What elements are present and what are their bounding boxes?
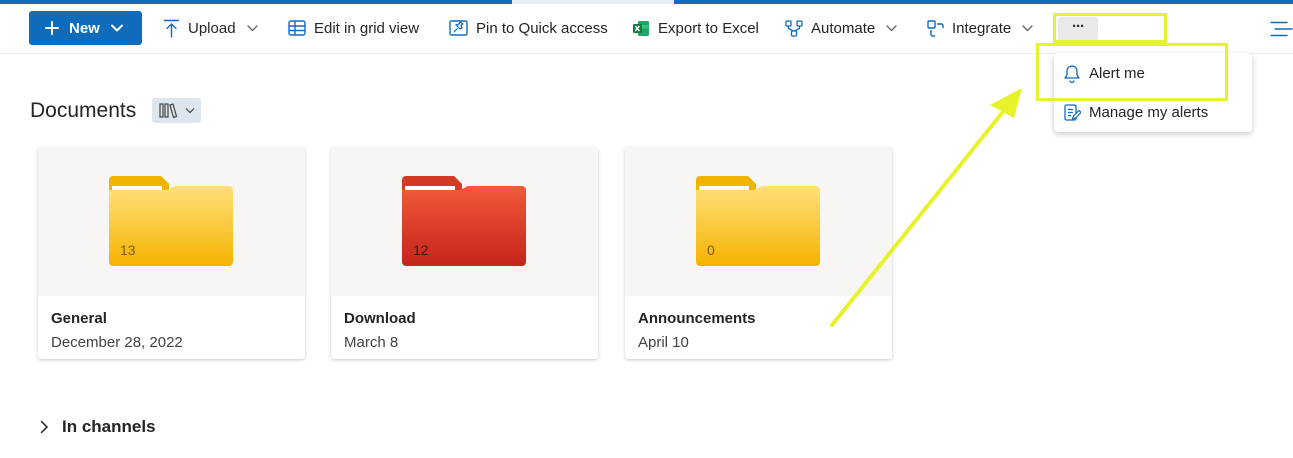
edit-grid-view-label: Edit in grid view bbox=[314, 19, 420, 37]
chevron-down-icon bbox=[185, 108, 194, 114]
menu-item-manage-alerts[interactable]: Manage my alerts bbox=[1054, 93, 1252, 131]
folder-date: December 28, 2022 bbox=[51, 334, 183, 351]
manage-alerts-icon bbox=[1064, 103, 1081, 121]
folder-card[interactable]: 13 General December 28, 2022 bbox=[38, 147, 305, 359]
pin-quick-access-label: Pin to Quick access bbox=[476, 19, 608, 37]
folder-date: April 10 bbox=[638, 334, 689, 351]
automate-flow-icon bbox=[785, 19, 803, 37]
in-channels-label: In channels bbox=[62, 417, 156, 436]
bell-icon bbox=[1064, 64, 1080, 83]
folder-name[interactable]: Download bbox=[344, 310, 416, 327]
chevron-down-icon bbox=[1022, 24, 1033, 31]
chevron-down-icon bbox=[246, 24, 258, 31]
grid-table-icon bbox=[288, 20, 306, 36]
pin-icon bbox=[449, 20, 468, 36]
automate-button[interactable]: Automate bbox=[785, 13, 897, 43]
manage-alerts-label: Manage my alerts bbox=[1089, 103, 1209, 121]
folder-name[interactable]: Announcements bbox=[638, 310, 756, 327]
folder-name[interactable]: General bbox=[51, 310, 107, 327]
integrate-icon bbox=[927, 19, 944, 37]
upload-label: Upload bbox=[188, 19, 236, 37]
new-button[interactable]: New bbox=[29, 11, 142, 45]
chevron-down-icon bbox=[886, 24, 897, 31]
view-options-icon[interactable] bbox=[1270, 21, 1293, 42]
folder-thumbnail: 0 bbox=[625, 147, 892, 296]
library-view-icon bbox=[158, 103, 177, 119]
folder-item-count: 0 bbox=[707, 242, 715, 258]
library-title: Documents bbox=[30, 99, 137, 122]
folder-card[interactable]: 0 Announcements April 10 bbox=[625, 147, 892, 359]
folder-item-count: 13 bbox=[120, 242, 136, 258]
excel-icon bbox=[633, 20, 649, 36]
chevron-right-icon bbox=[40, 420, 49, 434]
folder-thumbnail: 12 bbox=[331, 147, 598, 296]
more-options-label: ··· bbox=[1072, 17, 1085, 35]
export-excel-button[interactable]: Export to Excel bbox=[632, 13, 759, 43]
alert-me-label: Alert me bbox=[1089, 64, 1145, 82]
export-excel-label: Export to Excel bbox=[658, 19, 759, 37]
upload-icon bbox=[163, 19, 180, 38]
folder-thumbnail: 13 bbox=[38, 147, 305, 296]
chevron-down-icon bbox=[110, 24, 123, 32]
more-options-menu: Alert me Manage my alerts bbox=[1054, 53, 1252, 132]
integrate-label: Integrate bbox=[952, 19, 1012, 37]
folder-item-count: 12 bbox=[413, 242, 429, 258]
automate-label: Automate bbox=[811, 19, 876, 37]
plus-icon bbox=[45, 21, 59, 35]
in-channels-section[interactable]: In channels bbox=[40, 417, 156, 437]
folder-date: March 8 bbox=[344, 334, 399, 351]
menu-item-alert-me[interactable]: Alert me bbox=[1054, 54, 1252, 92]
library-view-button[interactable] bbox=[152, 98, 201, 123]
more-options-button[interactable]: ··· bbox=[1058, 17, 1098, 41]
command-bar: New Upload Edit in grid view Pin to Quic… bbox=[0, 4, 1293, 54]
integrate-button[interactable]: Integrate bbox=[927, 13, 1033, 43]
new-button-label: New bbox=[69, 19, 100, 37]
pin-quick-access-button[interactable]: Pin to Quick access bbox=[449, 13, 608, 43]
upload-button[interactable]: Upload bbox=[163, 13, 258, 43]
folder-card[interactable]: 12 Download March 8 bbox=[331, 147, 598, 359]
edit-grid-view-button[interactable]: Edit in grid view bbox=[288, 13, 419, 43]
